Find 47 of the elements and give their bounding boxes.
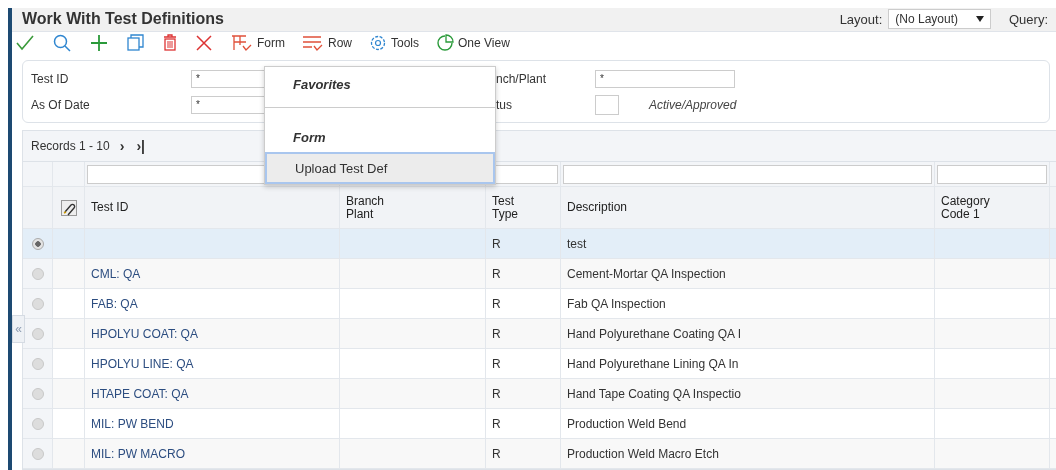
table-cell[interactable]: MIL: PW MACRO (91, 446, 185, 461)
records-label: Records 1 - 10 (31, 139, 110, 153)
status-description: Active/Approved (649, 97, 737, 112)
table-cell: Production Weld Bend (567, 416, 687, 431)
table-cell: R (492, 236, 501, 251)
table-cell: Fab QA Inspection (567, 296, 666, 311)
column-header[interactable]: Category Code 1 (935, 187, 1050, 228)
query-label: Query: (1009, 11, 1048, 27)
table-cell: R (492, 266, 501, 281)
menu-heading: Form (292, 129, 327, 147)
table-cell: Hand Tape Coating QA Inspectio (567, 386, 741, 401)
table-cell: test (567, 236, 587, 251)
filter-label: nch/Plant (496, 71, 548, 86)
table-cell: R (492, 446, 501, 461)
filter-field[interactable]: * (595, 69, 735, 88)
tools-menu-button[interactable]: Tools (369, 33, 420, 52)
table-cell: R (492, 296, 501, 311)
table-cell: R (492, 386, 501, 401)
filter-label: As Of Date (31, 97, 91, 112)
table-cell: R (492, 356, 501, 371)
table-cell[interactable]: HPOLYU LINE: QA (91, 356, 194, 371)
table-cell: R (492, 416, 501, 431)
row-menu-button[interactable]: Row (302, 33, 352, 52)
form-menu-button[interactable]: Form (231, 33, 285, 52)
table-cell: Hand Polyurethane Lining QA In (567, 356, 739, 371)
table-cell: R (492, 326, 501, 341)
table-cell: Production Weld Macro Etch (567, 446, 719, 461)
next-page-button[interactable]: › (117, 138, 127, 154)
table-cell[interactable]: MIL: PW BEND (91, 416, 174, 431)
table-cell[interactable]: HPOLYU COAT: QA (91, 326, 198, 341)
column-header[interactable]: Test Type (486, 187, 561, 228)
table-cell[interactable]: CML: QA (91, 266, 141, 281)
layout-label: Layout: (839, 11, 883, 27)
column-header[interactable]: Description (561, 187, 935, 228)
column-header[interactable]: Branch Plant (340, 187, 486, 228)
table-cell[interactable]: FAB: QA (91, 296, 138, 311)
filter-label: Test ID (31, 71, 70, 86)
menu-item[interactable]: Upload Test Def (265, 152, 495, 184)
table-cell: Hand Polyurethane Coating QA I (567, 326, 742, 341)
window-title: Work With Test Definitions (22, 10, 224, 29)
last-page-button[interactable]: ›| (134, 138, 147, 154)
oneview-menu-button[interactable]: One View (436, 33, 510, 52)
table-cell: Cement-Mortar QA Inspection (567, 266, 726, 281)
table-cell[interactable]: HTAPE COAT: QA (91, 386, 189, 401)
layout-dropdown[interactable]: (No Layout) (888, 9, 991, 30)
column-header[interactable]: Test ID (85, 187, 340, 228)
filter-label: tus (496, 97, 513, 112)
